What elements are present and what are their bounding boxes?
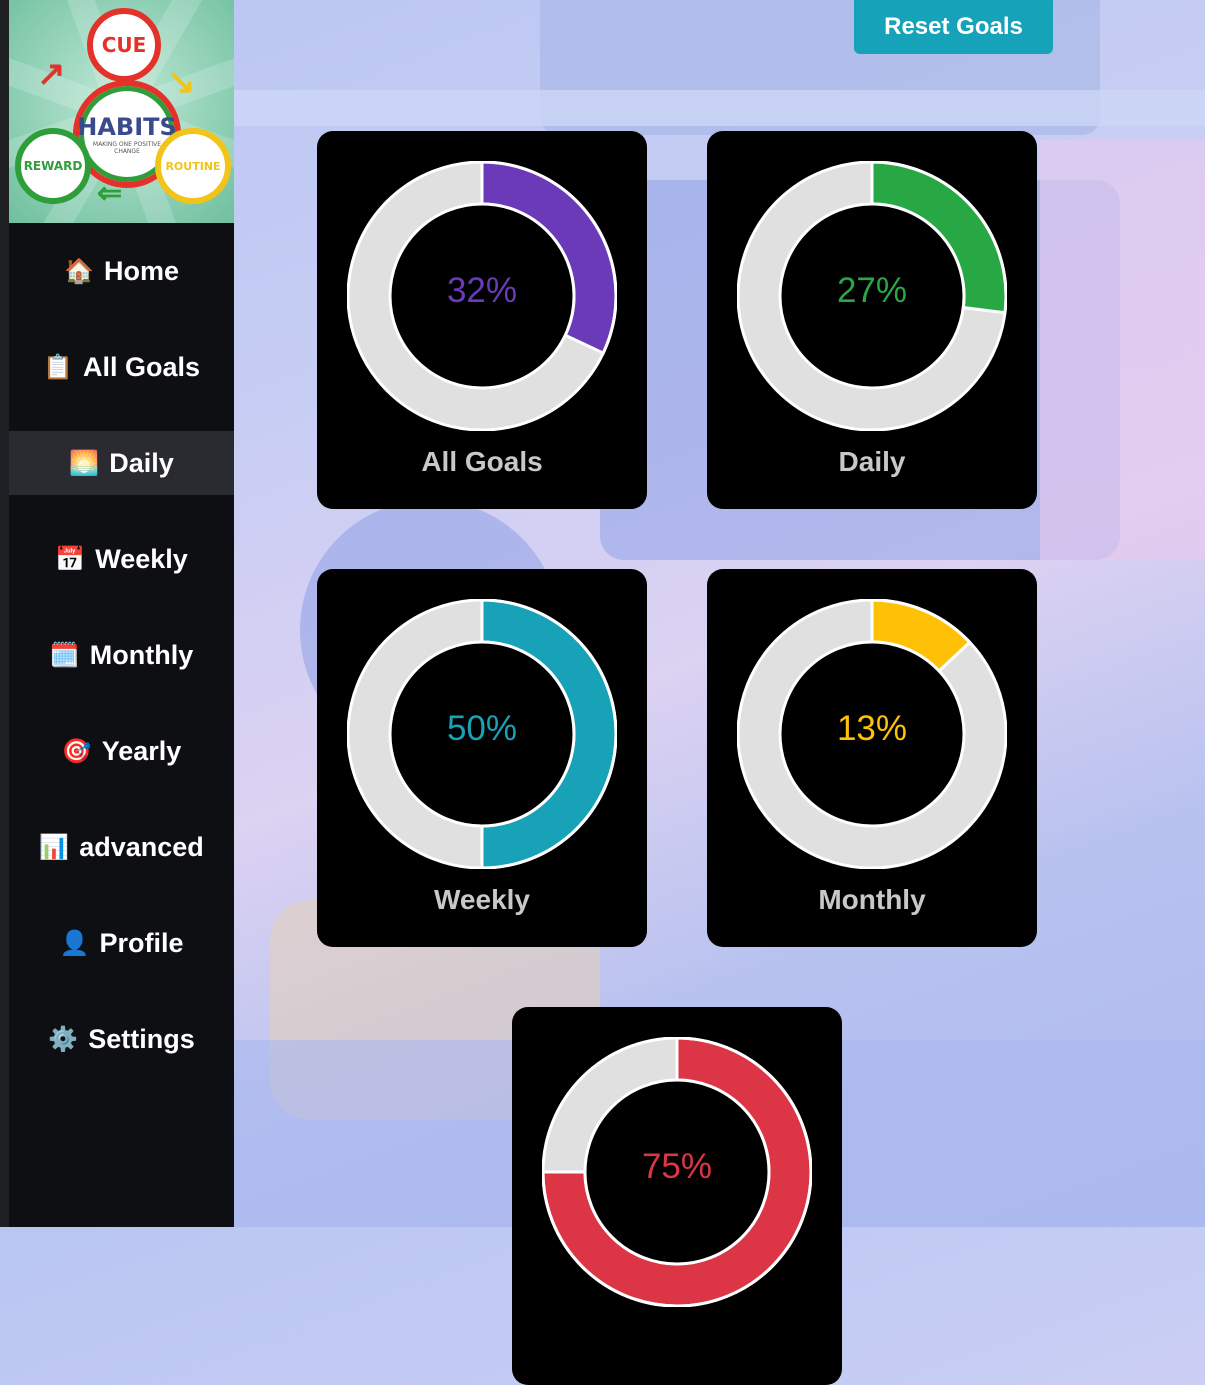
sidebar-item-advanced[interactable]: 📊 advanced	[9, 799, 234, 895]
progress-percent: 27%	[836, 271, 908, 310]
sunrise-icon: 🌅	[69, 449, 100, 477]
progress-percent: 75%	[641, 1147, 713, 1186]
sidebar-item-yearly[interactable]: 🎯 Yearly	[9, 703, 234, 799]
sidebar-item-label: Settings	[88, 1023, 195, 1054]
sidebar-item-label: Weekly	[95, 543, 188, 574]
goal-card-daily: 27% Daily	[707, 131, 1037, 509]
reset-goals-button[interactable]: Reset Goals	[854, 0, 1053, 54]
sidebar-item-settings[interactable]: ⚙️ Settings	[9, 991, 234, 1087]
logo-cue: CUE	[87, 8, 161, 82]
bg-panel	[1040, 140, 1205, 560]
home-icon: 🏠	[64, 257, 94, 285]
sidebar-item-label: Yearly	[101, 735, 182, 766]
sidebar-item-daily[interactable]: 🌅 Daily	[9, 415, 234, 511]
window-edge-strip	[0, 0, 9, 1227]
target-icon: 🎯	[61, 737, 92, 765]
progress-percent: 32%	[446, 271, 518, 310]
gear-icon: ⚙️	[48, 1025, 79, 1053]
card-title: Weekly	[434, 884, 530, 915]
progress-percent: 13%	[836, 709, 908, 748]
logo-routine: ROUTINE	[155, 128, 231, 204]
user-icon: 👤	[59, 929, 90, 957]
habits-logo[interactable]: ↗ ↘ ⇐ CUE HABITS MAKING ONE POSITIVE CHA…	[9, 0, 234, 223]
goal-card-weekly: 50% Weekly	[317, 569, 647, 947]
sidebar-item-monthly[interactable]: 🗓️ Monthly	[9, 607, 234, 703]
spiral-calendar-icon: 🗓️	[49, 641, 80, 669]
sidebar-item-all-goals[interactable]: 📋 All Goals	[9, 319, 234, 415]
sidebar: ↗ ↘ ⇐ CUE HABITS MAKING ONE POSITIVE CHA…	[9, 0, 234, 1227]
card-title: Monthly	[818, 884, 926, 915]
sidebar-item-profile[interactable]: 👤 Profile	[9, 895, 234, 991]
arrow-icon: ↘	[167, 63, 196, 101]
sidebar-item-label: Monthly	[89, 639, 194, 670]
sidebar-item-label: All Goals	[82, 351, 201, 382]
goal-card-all-goals: 32% All Goals	[317, 131, 647, 509]
arrow-icon: ↗	[37, 55, 66, 93]
sidebar-nav: 🏠 Home 📋 All Goals 🌅 Daily 📅 Weekly 🗓️ M…	[9, 223, 234, 1087]
goal-card-monthly: 13% Monthly	[707, 569, 1037, 947]
logo-reward: REWARD	[15, 128, 91, 204]
bar-chart-icon: 📊	[39, 833, 70, 861]
clipboard-icon: 📋	[43, 353, 73, 381]
card-title: Daily	[838, 446, 906, 477]
sidebar-item-label: Daily	[109, 447, 174, 478]
calendar-icon: 📅	[55, 545, 86, 573]
progress-percent: 50%	[446, 709, 518, 748]
sidebar-item-label: Profile	[99, 927, 184, 958]
sidebar-item-weekly[interactable]: 📅 Weekly	[9, 511, 234, 607]
card-title: All Goals	[421, 446, 543, 477]
sidebar-item-label: advanced	[79, 831, 204, 862]
sidebar-item-label: Home	[103, 255, 179, 286]
bg-shelf	[234, 90, 1205, 126]
sidebar-item-home[interactable]: 🏠 Home	[9, 223, 234, 319]
goal-card-yearly: 75%	[512, 1007, 842, 1385]
